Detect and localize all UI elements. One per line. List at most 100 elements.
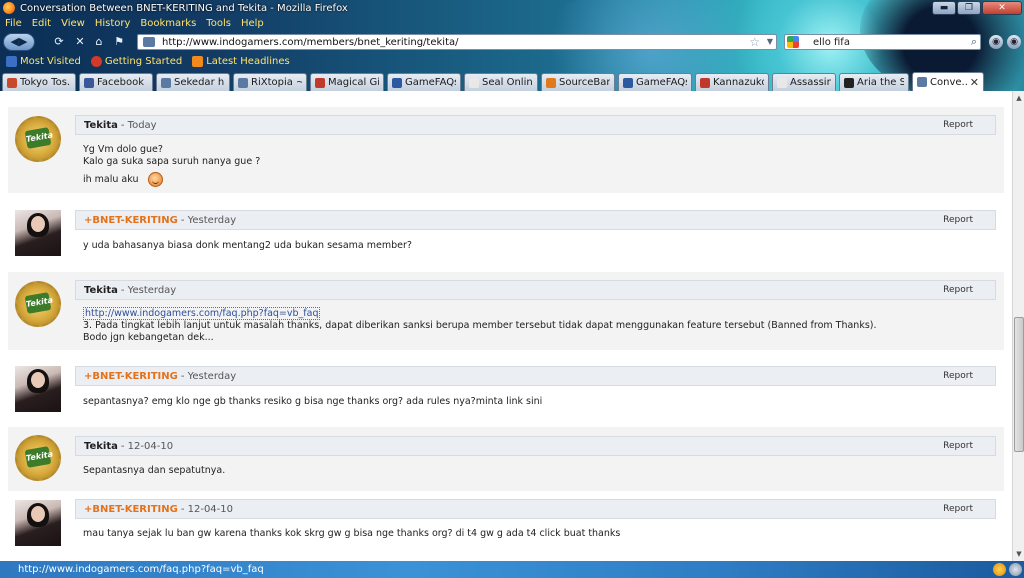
tab-conversation-active[interactable]: Conve... ✕ xyxy=(912,72,984,91)
message-date: - 12-04-10 xyxy=(180,503,234,515)
avatar[interactable] xyxy=(15,500,61,546)
message-body: y uda bahasanya biasa donk mentang2 uda … xyxy=(83,240,988,252)
author-name[interactable]: Tekita xyxy=(84,120,118,131)
tab-magical[interactable]: Magical Gi... xyxy=(310,73,384,91)
tab-seal-online[interactable]: Seal Online... xyxy=(464,73,538,91)
avatar[interactable]: Tekita xyxy=(15,435,61,481)
tab-label: Conve... xyxy=(930,76,967,88)
search-icon[interactable]: ⌕ xyxy=(971,35,977,49)
avatar[interactable]: Tekita xyxy=(15,116,61,162)
search-input[interactable]: ello fifa xyxy=(813,37,850,48)
author-name[interactable]: +BNET-KERITING xyxy=(84,371,178,382)
tab-label: Sekedar hi... xyxy=(174,77,225,88)
tab-label: Aria the Sc... xyxy=(857,77,904,88)
bookmark-getting-started[interactable]: Getting Started xyxy=(90,55,182,67)
tab-label: Tokyo Tos... xyxy=(20,77,71,88)
tab-label: SourceBans xyxy=(559,77,610,88)
page-content: Tekita Tekita - Today Report Yg Vm dolo … xyxy=(0,91,1012,561)
bookmark-star-icon[interactable]: ☆ xyxy=(749,35,760,49)
google-icon[interactable] xyxy=(787,36,799,48)
conversation-message: +BNET-KERITING - Yesterday Report sepant… xyxy=(8,357,1004,427)
message-line: ih malu aku xyxy=(83,174,139,185)
menu-view[interactable]: View xyxy=(56,17,90,31)
tab-kannazuki[interactable]: Kannazuko... xyxy=(695,73,769,91)
tab-tokyo[interactable]: Tokyo Tos... xyxy=(2,73,76,91)
report-link[interactable]: Report xyxy=(943,504,973,514)
bookmark-label: Latest Headlines xyxy=(206,55,290,67)
tab-gamefaqs-2[interactable]: GameFAQs... xyxy=(618,73,692,91)
report-link[interactable]: Report xyxy=(943,120,973,130)
firefox-logo-icon[interactable] xyxy=(3,2,15,14)
message-line: sepantasnya? emg klo nge gb thanks resik… xyxy=(83,396,543,407)
faq-link[interactable]: http://www.indogamers.com/faq.php?faq=vb… xyxy=(83,307,321,320)
author-name[interactable]: +BNET-KERITING xyxy=(84,215,178,226)
scroll-down-arrow-icon[interactable]: ▼ xyxy=(1014,548,1024,560)
tab-aria[interactable]: Aria the Sc... xyxy=(839,73,909,91)
bookmark-latest-headlines[interactable]: Latest Headlines xyxy=(192,55,290,67)
tab-facebook[interactable]: Facebook xyxy=(79,73,153,91)
report-link[interactable]: Report xyxy=(943,285,973,295)
message-date: - Today xyxy=(120,119,157,131)
url-dropdown-icon[interactable]: ▼ xyxy=(767,35,773,49)
reload-icon[interactable]: ⟳ xyxy=(52,35,66,49)
menu-edit[interactable]: Edit xyxy=(27,17,56,31)
close-window-button[interactable]: ✕ xyxy=(982,1,1022,15)
tab-favicon-icon xyxy=(7,77,17,88)
report-link[interactable]: Report xyxy=(943,441,973,451)
tab-sekedar[interactable]: Sekedar hi... xyxy=(156,73,230,91)
tab-sourcebans[interactable]: SourceBans xyxy=(541,73,615,91)
tab-assassin[interactable]: Assassin Cr... xyxy=(772,73,836,91)
avatar[interactable]: Tekita xyxy=(15,281,61,327)
stop-icon[interactable]: ✕ xyxy=(73,35,87,49)
close-tab-icon[interactable]: ✕ xyxy=(970,76,979,89)
tab-favicon-icon xyxy=(844,77,854,88)
menu-bookmarks[interactable]: Bookmarks xyxy=(135,17,201,31)
report-link[interactable]: Report xyxy=(943,215,973,225)
bookmark-folder-icon xyxy=(6,55,17,67)
menu-tools[interactable]: Tools xyxy=(201,17,236,31)
minimize-button[interactable]: ▬ xyxy=(932,1,956,15)
author-name[interactable]: Tekita xyxy=(84,441,118,452)
addon-icon[interactable]: ⚑ xyxy=(112,35,126,49)
tab-label: Seal Online... xyxy=(482,77,533,88)
report-link[interactable]: Report xyxy=(943,371,973,381)
author-name[interactable]: +BNET-KERITING xyxy=(84,504,178,515)
avatar-label: Tekita xyxy=(24,292,54,314)
scrollbar-thumb[interactable] xyxy=(1014,317,1024,452)
avatar[interactable] xyxy=(15,366,61,412)
message-line: mau tanya sejak lu ban gw karena thanks … xyxy=(83,528,621,539)
maximize-button[interactable]: ❐ xyxy=(957,1,981,15)
address-bar[interactable]: http://www.indogamers.com/members/bnet_k… xyxy=(137,34,777,50)
tab-gamefaqs[interactable]: GameFAQs... xyxy=(387,73,461,91)
tab-rixtopia[interactable]: RiXtopia ~ ... xyxy=(233,73,307,91)
message-header: +BNET-KERITING - Yesterday Report xyxy=(75,210,996,230)
addon-status-icon[interactable] xyxy=(993,563,1006,576)
bookmark-label: Most Visited xyxy=(20,55,81,67)
author-name[interactable]: Tekita xyxy=(84,285,118,296)
conversation-message: +BNET-KERITING - Yesterday Report y uda … xyxy=(8,201,1004,265)
conversation-message: Tekita Tekita - 12-04-10 Report Sepantas… xyxy=(8,427,1004,491)
message-line: Yg Vm dolo gue? xyxy=(83,144,163,155)
message-header: +BNET-KERITING - Yesterday Report xyxy=(75,366,996,386)
search-bar[interactable]: ello fifa ⌕ xyxy=(784,34,981,50)
menu-history[interactable]: History xyxy=(90,17,136,31)
tab-favicon-icon xyxy=(315,77,325,88)
url-input[interactable]: http://www.indogamers.com/members/bnet_k… xyxy=(162,37,458,48)
addon-toolbar-icon[interactable]: ◉ xyxy=(989,35,1003,49)
tab-favicon-icon xyxy=(238,77,248,88)
avatar[interactable] xyxy=(15,210,61,256)
conversation-message: Tekita Tekita - Yesterday Report http://… xyxy=(8,272,1004,350)
smiley-emoticon-icon xyxy=(147,172,163,187)
title-bar: Conversation Between BNET-KERITING and T… xyxy=(0,0,1024,16)
home-icon[interactable]: ⌂ xyxy=(92,35,106,49)
addon-toolbar-icon[interactable]: ◉ xyxy=(1007,35,1021,49)
menu-help[interactable]: Help xyxy=(236,17,269,31)
scroll-up-arrow-icon[interactable]: ▲ xyxy=(1014,92,1024,104)
vertical-scrollbar[interactable]: ▲ ▼ xyxy=(1012,91,1024,561)
bookmark-most-visited[interactable]: Most Visited xyxy=(6,55,81,67)
addon-status-icon[interactable] xyxy=(1009,563,1022,576)
menu-file[interactable]: File xyxy=(0,17,27,31)
message-date: - Yesterday xyxy=(120,284,177,296)
tab-favicon-icon xyxy=(700,77,710,88)
back-forward-button[interactable]: ◀▶ xyxy=(3,33,35,51)
